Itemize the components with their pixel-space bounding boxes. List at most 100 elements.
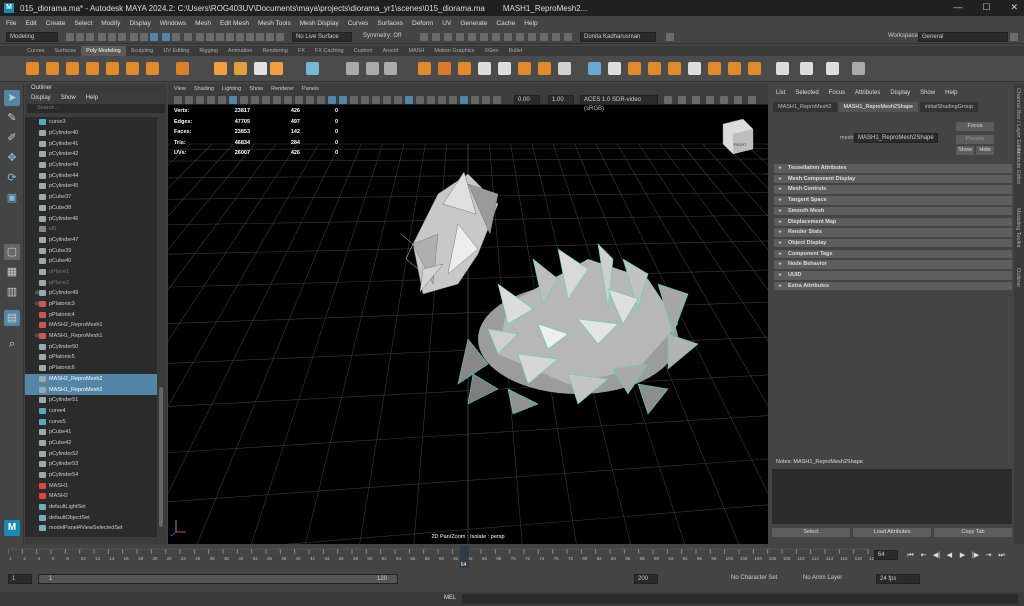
shelf-tool-icon[interactable] [86,62,99,75]
side-tab[interactable]: Attribute Editor [1015,148,1021,184]
expand-icon[interactable]: ⊞ [25,290,39,296]
attr-section[interactable]: Object Display [774,238,1012,249]
paint-select-icon[interactable]: ✐ [4,130,20,146]
viewport-menu-renderer[interactable]: Renderer [271,84,294,94]
menu-cache[interactable]: Cache [496,20,515,27]
status-tool-icon[interactable] [98,33,106,41]
shelf-tab-xgen[interactable]: XGen [479,46,503,56]
shelf-tool-icon[interactable] [558,62,571,75]
status-tool-icon[interactable] [172,33,180,41]
shelf-tool-icon[interactable] [346,62,359,75]
close-button[interactable]: ✕ [1010,2,1018,13]
viewport-tool-icon[interactable] [427,95,435,104]
viewport-tool-icon[interactable] [207,95,215,104]
command-language-label[interactable]: MEL [444,595,456,601]
single-view-icon[interactable]: ▢ [4,244,20,260]
colorspace-dropdown[interactable]: ACES 1.0 SDR-video (sRGB) [580,95,658,112]
side-tab[interactable]: Channel Box / Layer Editor [1015,88,1021,154]
outliner-item[interactable]: pCylinder44 [25,170,157,181]
status-tool-icon[interactable] [226,33,234,41]
status-tool-icon[interactable] [516,33,524,41]
status-tool-icon[interactable] [528,33,536,41]
viewport-tool-icon[interactable] [438,95,446,104]
attr-section[interactable]: Tessellation Attributes [774,164,1012,174]
status-tool-icon[interactable] [130,33,138,41]
shelf-tool-icon[interactable] [366,62,379,75]
outliner-item[interactable]: MASH2_ReproMesh2 [25,373,157,385]
outliner-item[interactable]: pCylinder54 [25,470,157,481]
shelf-tool-icon[interactable] [270,62,283,75]
shelf-tab-rigging[interactable]: Rigging [194,46,223,56]
attr-section[interactable]: Render Stats [774,228,1012,238]
attr-section[interactable]: UUID [774,271,1012,281]
status-tool-icon[interactable] [196,33,204,41]
outliner-item[interactable]: pPlatonic5 [25,352,157,363]
playback-button-icon[interactable]: ⇥ [984,551,993,561]
outliner-layout-icon[interactable]: ▤ [4,310,20,326]
playback-button-icon[interactable]: ⏮ [906,551,915,561]
viewport-menu-lighting[interactable]: Lighting [222,84,241,94]
viewport-tool-icon[interactable] [262,95,270,104]
shelf-tool-icon[interactable] [728,62,741,75]
status-tool-icon[interactable] [140,33,148,41]
playback-range-bar[interactable]: 1 120 [38,574,398,584]
status-tool-icon[interactable] [456,33,464,41]
status-tool-icon[interactable] [276,33,284,41]
workspace-dropdown[interactable]: General [918,32,1008,42]
playback-button-icon[interactable]: ◀| [932,551,941,561]
outliner-item[interactable]: pCube42 [25,438,157,449]
status-tool-icon[interactable] [266,33,274,41]
viewport-tool-icon[interactable] [273,95,281,104]
outliner-item[interactable]: pCylinder50 [25,341,157,352]
viewport-tool-icon[interactable] [174,95,182,104]
menu-edit[interactable]: Edit [25,20,36,27]
playback-button-icon[interactable]: |▶ [971,551,980,561]
status-tool-icon[interactable] [76,33,84,41]
shelf-tab-uv-editing[interactable]: UV Editing [158,46,194,56]
shelf-tab-rendering[interactable]: Rendering [257,46,292,56]
attr-button-select[interactable]: Select [772,528,850,537]
status-tool-icon[interactable] [432,33,440,41]
shelf-tool-icon[interactable] [648,62,661,75]
viewport-tool-icon[interactable] [449,95,457,104]
shelf-tool-icon[interactable] [458,62,471,75]
shelf-tool-icon[interactable] [306,62,319,75]
shelf-tab-sculpting[interactable]: Sculpting [126,46,159,56]
status-tool-icon[interactable] [150,33,158,41]
view-cube[interactable]: RIGHT [722,118,754,155]
menu-file[interactable]: File [6,20,16,27]
status-tool-icon[interactable] [492,33,500,41]
shelf-tool-icon[interactable] [688,62,701,75]
symmetry-dropdown[interactable]: Symmetry: Off [360,32,410,42]
shelf-tab-custom[interactable]: Custom [349,46,378,56]
viewport-panel[interactable]: RIGHT View Shading Lighting Show Renderer Pan… [168,84,768,544]
start-frame-field[interactable]: 1 [8,574,32,584]
anim-layer-field[interactable]: No Anim Layer [800,574,856,584]
outliner-item[interactable]: pCube41 [25,427,157,438]
outliner-item[interactable]: defaultLightSet [25,502,157,513]
shelf-tool-icon[interactable] [126,62,139,75]
attr-menu-display[interactable]: Display [890,88,910,99]
viewport-tool-icon[interactable] [240,95,248,104]
shelf-tool-icon[interactable] [538,62,551,75]
maximize-button[interactable]: ☐ [982,2,990,13]
attr-section[interactable]: Tangent Space [774,196,1012,206]
outliner-item[interactable]: modelPanel4ViewSelectedSet [25,523,157,534]
menu-modify[interactable]: Modify [101,20,120,27]
menu-display[interactable]: Display [129,20,150,27]
viewport-tool-icon[interactable] [706,95,714,104]
attr-menu-focus[interactable]: Focus [829,88,845,99]
shelf-tool-icon[interactable] [46,62,59,75]
rotate-tool-icon[interactable]: ⟳ [4,170,20,186]
current-frame-field[interactable]: 64 [874,550,898,560]
shelf-tool-icon[interactable] [146,62,159,75]
outliner-item[interactable]: pPlatonic6 [25,363,157,374]
shelf-tool-icon[interactable] [800,62,813,75]
user-account-dropdown[interactable]: Donita Kadharusman [580,32,656,42]
menu-mesh-display[interactable]: Mesh Display [300,20,339,27]
viewport-tool-icon[interactable] [251,95,259,104]
viewport-tool-icon[interactable] [295,95,303,104]
attr-tab[interactable]: MASH1_ReproMesh2Shape [838,102,918,112]
viewport-tool-icon[interactable] [493,95,501,104]
attr-section[interactable]: Mesh Controls [774,185,1012,195]
